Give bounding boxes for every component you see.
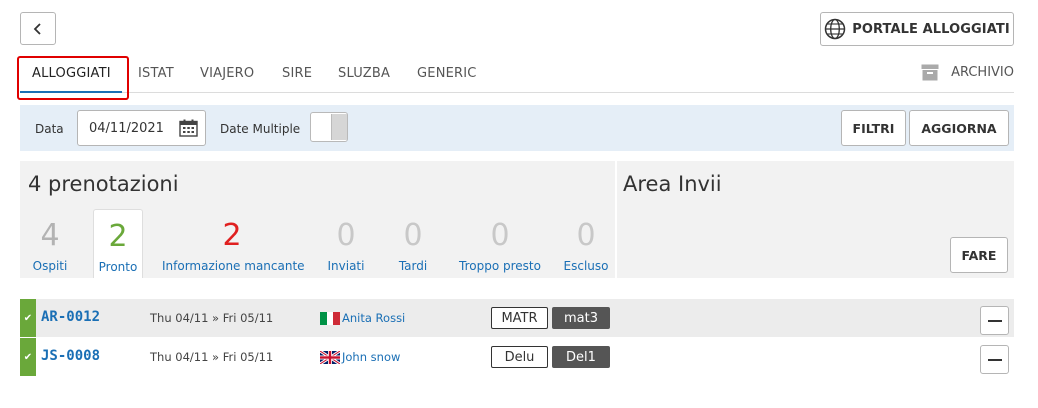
table-row[interactable]: ✔ AR-0012 Thu 04/11 » Fri 05/11 Anita Ro… <box>20 299 1014 337</box>
calendar-icon <box>179 119 198 137</box>
stat-escluso[interactable]: 0 Escluso <box>560 209 612 278</box>
date-input[interactable]: 04/11/2021 <box>77 110 206 146</box>
archive-label: ARCHIVIO <box>951 65 1014 80</box>
tab-viajero[interactable]: VIAJERO <box>200 66 254 81</box>
ready-check-icon: ✔ <box>20 299 36 337</box>
tab-sire[interactable]: SIRE <box>282 66 312 81</box>
archive-link[interactable]: ARCHIVIO <box>921 64 1014 81</box>
stat-label: Ospiti <box>32 259 68 273</box>
bookings-count-title: 4 prenotazioni <box>28 172 179 196</box>
stat-label: Escluso <box>563 259 609 273</box>
stat-value: 0 <box>576 218 596 253</box>
portale-alloggiati-label: PORTALE ALLOGGIATI <box>852 21 1010 37</box>
tab-sluzba[interactable]: SLUZBA <box>338 66 390 81</box>
stat-ospiti[interactable]: 4 Ospiti <box>26 209 74 278</box>
italy-flag-icon <box>320 312 340 325</box>
tab-generic[interactable]: GENERIC <box>417 66 477 81</box>
stat-value: 2 <box>222 218 242 253</box>
minus-icon <box>987 358 1002 361</box>
stat-label: Inviati <box>327 259 365 273</box>
tag-filled: Del1 <box>552 346 610 368</box>
date-multiple-label: Date Multiple <box>220 122 301 136</box>
ready-check-icon: ✔ <box>20 338 36 376</box>
globe-icon <box>824 18 846 40</box>
chevron-left-icon <box>33 22 41 35</box>
stat-label: Troppo presto <box>459 259 541 273</box>
booking-code[interactable]: AR-0012 <box>41 309 100 325</box>
aggiorna-button[interactable]: AGGIORNA <box>909 110 1009 146</box>
table-row[interactable]: ✔ JS-0008 Thu 04/11 » Fri 05/11 John sno… <box>20 338 1014 376</box>
date-value: 04/11/2021 <box>89 120 164 136</box>
stat-value: 0 <box>336 218 356 253</box>
active-tab-indicator <box>20 91 122 93</box>
guest-name[interactable]: John snow <box>342 350 400 364</box>
bookings-summary-panel: 4 prenotazioni 4 Ospiti 2 Pronto 2 Infor… <box>20 161 615 278</box>
portale-alloggiati-button[interactable]: PORTALE ALLOGGIATI <box>820 12 1014 46</box>
booking-dates: Thu 04/11 » Fri 05/11 <box>150 311 274 325</box>
tab-bar: ALLOGGIATI ISTAT VIAJERO SIRE SLUZBA GEN… <box>20 60 1014 93</box>
booking-dates: Thu 04/11 » Fri 05/11 <box>150 350 274 364</box>
stat-inviati[interactable]: 0 Inviati <box>323 209 369 278</box>
minus-icon <box>987 319 1002 322</box>
fare-button[interactable]: FARE <box>950 237 1008 273</box>
collapse-button[interactable] <box>980 306 1009 335</box>
filter-bar: Data 04/11/2021 Date Multiple FILTRI AGG… <box>20 105 1014 151</box>
booking-code[interactable]: JS-0008 <box>41 348 100 364</box>
stat-value: 4 <box>40 218 60 253</box>
tag-filled: mat3 <box>552 307 610 329</box>
stat-label: Informazione mancante <box>162 259 305 273</box>
uk-flag-icon <box>320 351 340 364</box>
archive-box-icon <box>921 64 939 81</box>
back-button[interactable] <box>20 12 56 45</box>
stat-troppo-presto[interactable]: 0 Troppo presto <box>457 209 543 278</box>
tab-istat[interactable]: ISTAT <box>138 66 174 81</box>
guest-name[interactable]: Anita Rossi <box>342 311 405 325</box>
stat-label: Pronto <box>98 260 138 274</box>
stat-tardi[interactable]: 0 Tardi <box>392 209 434 278</box>
send-area-panel: Area Invii FARE <box>617 161 1014 278</box>
stat-value: 0 <box>490 218 510 253</box>
tag-outline: Delu <box>491 346 548 368</box>
stat-value: 2 <box>108 219 128 254</box>
toggle-knob <box>331 114 347 140</box>
send-area-title: Area Invii <box>623 172 722 196</box>
filtri-button[interactable]: FILTRI <box>841 110 906 146</box>
tag-outline: MATR <box>491 307 548 329</box>
date-label: Data <box>35 122 64 136</box>
date-multiple-toggle[interactable] <box>310 112 348 142</box>
tab-alloggiati[interactable]: ALLOGGIATI <box>32 66 111 81</box>
stat-pronto[interactable]: 2 Pronto <box>93 209 143 278</box>
stat-informazione-mancante[interactable]: 2 Informazione mancante <box>162 209 305 278</box>
stat-value: 0 <box>403 218 423 253</box>
collapse-button[interactable] <box>980 345 1009 374</box>
stat-label: Tardi <box>398 259 428 273</box>
